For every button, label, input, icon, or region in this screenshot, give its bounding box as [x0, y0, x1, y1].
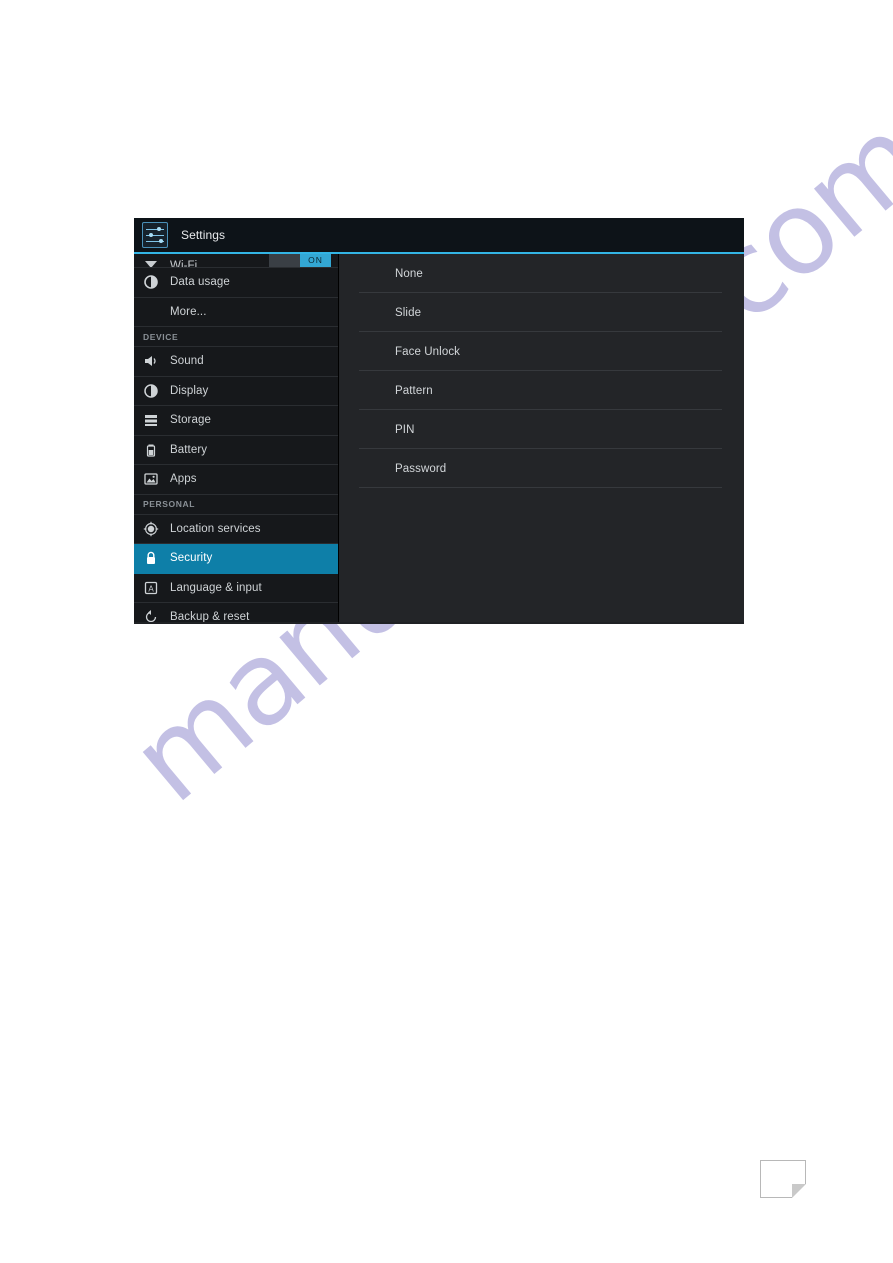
- sidebar-item-sound[interactable]: Sound: [134, 347, 338, 377]
- screen-lock-options-list: None Slide Face Unlock Pattern PIN Passw…: [339, 254, 744, 622]
- sidebar-item-label-battery: Battery: [170, 443, 208, 456]
- language-icon: A: [143, 580, 159, 596]
- sidebar-item-label-security: Security: [170, 552, 213, 565]
- sidebar-item-label-apps: Apps: [170, 473, 197, 486]
- page-curl-icon: [760, 1160, 806, 1198]
- android-settings-screenshot: Settings Wi-Fi ON Data usage More... DEV…: [134, 218, 744, 624]
- screen-lock-option-password[interactable]: Password: [339, 449, 744, 488]
- wifi-toggle-track: [269, 254, 300, 267]
- wifi-icon: [143, 255, 159, 267]
- page-title: Settings: [181, 228, 226, 242]
- apps-icon: [143, 471, 159, 487]
- sidebar-item-location-services[interactable]: Location services: [134, 515, 338, 544]
- sidebar-item-wifi[interactable]: Wi-Fi ON: [134, 254, 338, 268]
- location-icon: [143, 521, 159, 537]
- sidebar-item-storage[interactable]: Storage: [134, 406, 338, 436]
- sidebar-item-label-data-usage: Data usage: [170, 276, 230, 289]
- settings-panes: Wi-Fi ON Data usage More... DEVICE Sound…: [134, 254, 744, 622]
- sidebar-section-personal: PERSONAL: [134, 494, 338, 515]
- sidebar-item-label-wifi: Wi-Fi: [170, 260, 198, 268]
- screen-lock-option-pin[interactable]: PIN: [339, 410, 744, 449]
- screen-lock-option-none[interactable]: None: [339, 254, 744, 293]
- lock-icon: [143, 550, 159, 566]
- sidebar-item-battery[interactable]: Battery: [134, 436, 338, 465]
- screen-lock-option-label: Face Unlock: [395, 345, 461, 358]
- screen-lock-option-label: Slide: [395, 306, 422, 319]
- sidebar-item-more[interactable]: More...: [134, 298, 338, 327]
- sidebar-item-data-usage[interactable]: Data usage: [134, 268, 338, 298]
- screen-lock-option-label: None: [395, 267, 423, 280]
- settings-sidebar[interactable]: Wi-Fi ON Data usage More... DEVICE Sound…: [134, 254, 339, 622]
- backup-reset-icon: [143, 609, 159, 622]
- wifi-toggle[interactable]: ON: [269, 254, 331, 267]
- sidebar-item-label-sound: Sound: [170, 355, 204, 368]
- screen-lock-option-label: PIN: [395, 423, 415, 436]
- screen-lock-option-face-unlock[interactable]: Face Unlock: [339, 332, 744, 371]
- sidebar-item-label-more: More...: [170, 305, 207, 318]
- screen-lock-option-label: Pattern: [395, 384, 433, 397]
- display-icon: [143, 383, 159, 399]
- storage-icon: [143, 412, 159, 428]
- sidebar-item-backup-reset[interactable]: Backup & reset: [134, 603, 338, 622]
- sidebar-item-display[interactable]: Display: [134, 377, 338, 406]
- screen-lock-option-pattern[interactable]: Pattern: [339, 371, 744, 410]
- action-bar: Settings: [134, 218, 744, 254]
- battery-icon: [143, 442, 159, 458]
- sidebar-item-label-language-input: Language & input: [170, 581, 262, 594]
- sidebar-item-label-display: Display: [170, 384, 209, 397]
- screen-lock-option-label: Password: [395, 462, 447, 475]
- sidebar-section-device: DEVICE: [134, 327, 338, 347]
- data-usage-icon: [143, 274, 159, 290]
- sidebar-item-language-input[interactable]: A Language & input: [134, 574, 338, 603]
- sidebar-item-apps[interactable]: Apps: [134, 465, 338, 495]
- svg-text:A: A: [148, 584, 154, 593]
- sidebar-item-label-storage: Storage: [170, 414, 211, 427]
- sidebar-item-label-location-services: Location services: [170, 522, 261, 535]
- settings-icon: [142, 222, 168, 248]
- wifi-toggle-on-label: ON: [300, 254, 331, 267]
- sidebar-item-security[interactable]: Security: [134, 544, 338, 574]
- screen-lock-option-slide[interactable]: Slide: [339, 293, 744, 332]
- sidebar-item-label-backup-reset: Backup & reset: [170, 611, 250, 622]
- sound-icon: [143, 353, 159, 369]
- page-curl-fold-highlight: [792, 1184, 806, 1198]
